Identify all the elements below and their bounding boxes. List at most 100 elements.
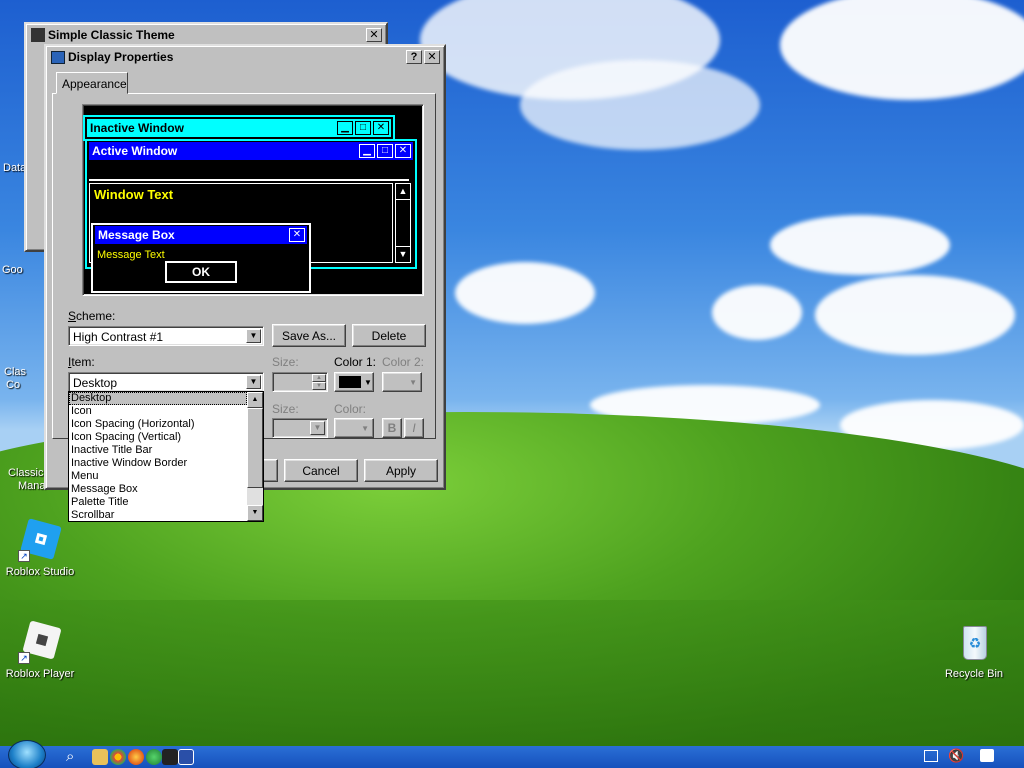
desktop-icon-label: Roblox Studio: [5, 566, 75, 578]
italic-button[interactable]: I: [404, 418, 424, 438]
desktop-icon-label-partial[interactable]: Data: [3, 162, 26, 174]
scroll-down-icon: ▼: [396, 246, 410, 262]
preview-inactive-title-bar[interactable]: Inactive Window ▁ □ ✕: [87, 119, 391, 137]
window-title: Simple Classic Theme: [48, 28, 175, 42]
color1-label: Color 1:: [334, 355, 377, 369]
desktop-icon-label-partial[interactable]: Mana: [18, 480, 46, 492]
color-swatch: [339, 376, 361, 388]
item-option[interactable]: Scrollbar: [69, 509, 247, 521]
chrome-icon[interactable]: [110, 749, 126, 765]
scrollbar-thumb[interactable]: [247, 408, 263, 488]
chevron-down-icon: ▼: [364, 377, 372, 387]
desktop-icon-label: Roblox Player: [5, 668, 75, 680]
desktop-icon-roblox-studio[interactable]: ↗ Roblox Studio: [0, 518, 80, 578]
minimize-icon: ▁: [359, 144, 375, 158]
preview-ok-button[interactable]: OK: [165, 261, 237, 283]
tab-appearance[interactable]: Appearance: [56, 72, 128, 94]
preview-active-title-bar[interactable]: Active Window ▁ □ ✕: [89, 142, 413, 160]
spin-up-icon[interactable]: ▲: [312, 374, 326, 382]
item-option[interactable]: Icon Spacing (Horizontal): [69, 418, 247, 431]
font-size-label: Size:: [272, 402, 299, 416]
appearance-preview[interactable]: Inactive Window ▁ □ ✕ Active Window ▁ □ …: [82, 104, 424, 296]
desktop-icon-label: Recycle Bin: [944, 668, 1004, 680]
title-bar[interactable]: Simple Classic Theme ✕: [28, 26, 384, 44]
app-icon[interactable]: [162, 749, 178, 765]
firefox-icon[interactable]: [128, 749, 144, 765]
item-option[interactable]: Message Box: [69, 483, 247, 496]
desktop-icon-label-partial[interactable]: Goo: [2, 264, 23, 276]
item-option[interactable]: Menu: [69, 470, 247, 483]
search-icon[interactable]: ⌕: [66, 748, 84, 766]
bold-button[interactable]: B: [382, 418, 402, 438]
minimize-icon: ▁: [337, 121, 353, 135]
help-button[interactable]: ?: [406, 50, 422, 64]
preview-message-box[interactable]: Message Box ✕ Message Text OK: [91, 223, 311, 293]
cloud: [815, 275, 1015, 355]
app-icon: [31, 28, 45, 42]
desktop-icon-label-partial[interactable]: Co: [6, 379, 20, 391]
network-icon[interactable]: [924, 750, 938, 762]
cloud: [712, 285, 802, 340]
display-properties-taskbar-icon[interactable]: [178, 749, 194, 765]
notification-icon[interactable]: [980, 749, 994, 762]
item-option[interactable]: Inactive Window Border: [69, 457, 247, 470]
color1-picker[interactable]: ▼: [334, 372, 374, 392]
edge-icon[interactable]: [146, 749, 162, 765]
preview-message-text: Message Text: [97, 249, 165, 261]
spin-down-icon[interactable]: ▼: [312, 382, 326, 390]
close-button[interactable]: ✕: [424, 50, 440, 64]
monitor-icon: [51, 50, 65, 64]
scheme-label: Scheme:: [68, 309, 116, 323]
maximize-icon: □: [377, 144, 393, 158]
taskbar: ⌕ 🔇: [0, 740, 1024, 768]
maximize-icon: □: [355, 121, 371, 135]
cancel-button[interactable]: Cancel: [284, 459, 358, 482]
start-orb[interactable]: [8, 740, 46, 768]
apply-button[interactable]: Apply: [364, 459, 438, 482]
cloud: [780, 0, 1024, 100]
item-dropdown-list[interactable]: Desktop Icon Icon Spacing (Horizontal) Icon…: [68, 391, 264, 522]
desktop-icon-recycle-bin[interactable]: ♻ Recycle Bin: [934, 620, 1014, 680]
preview-inactive-window[interactable]: Inactive Window ▁ □ ✕: [83, 115, 395, 141]
item-dropdown[interactable]: Desktop ▼: [68, 372, 264, 392]
close-button[interactable]: ✕: [366, 28, 382, 42]
item-option[interactable]: Desktop: [69, 392, 247, 405]
desktop-icon-roblox-player[interactable]: ↗ Roblox Player: [0, 620, 80, 680]
preview-inactive-title: Inactive Window: [90, 121, 184, 135]
item-option[interactable]: Palette Title: [69, 496, 247, 509]
dropdown-scrollbar[interactable]: ▲ ▼: [247, 392, 263, 521]
volume-muted-icon[interactable]: 🔇: [948, 748, 964, 764]
preview-active-title: Active Window: [92, 144, 178, 158]
preview-message-title-bar[interactable]: Message Box ✕: [95, 226, 307, 244]
item-option[interactable]: Icon Spacing (Vertical): [69, 431, 247, 444]
item-option[interactable]: Inactive Title Bar: [69, 444, 247, 457]
font-color-picker[interactable]: ▼: [334, 418, 374, 438]
save-as-button[interactable]: Save As...: [272, 324, 346, 347]
chevron-down-icon[interactable]: ▼: [246, 375, 261, 389]
title-bar[interactable]: Display Properties ? ✕: [48, 48, 442, 66]
file-explorer-icon[interactable]: [92, 749, 108, 765]
chevron-down-icon[interactable]: ▼: [310, 421, 325, 435]
chevron-down-icon[interactable]: ▼: [246, 329, 261, 343]
scroll-up-icon[interactable]: ▲: [247, 392, 263, 408]
roblox-player-icon: ↗: [18, 620, 62, 664]
color2-picker[interactable]: ▼: [382, 372, 422, 392]
desktop-icon-label-partial[interactable]: Classic: [8, 467, 43, 479]
font-size-dropdown[interactable]: ▼: [272, 418, 328, 438]
green-hill-foreground: [0, 600, 1024, 768]
close-icon: ✕: [395, 144, 411, 158]
size-label: Size:: [272, 355, 299, 369]
scheme-value: High Contrast #1: [73, 330, 164, 344]
color2-label: Color 2:: [382, 355, 425, 369]
recycle-bin-icon: ♻: [952, 620, 996, 664]
scroll-down-icon[interactable]: ▼: [247, 505, 263, 521]
desktop-icon-label-partial[interactable]: Clas: [4, 366, 26, 378]
size-spinner[interactable]: ▲ ▼: [272, 372, 328, 392]
cloud: [520, 60, 760, 150]
delete-button[interactable]: Delete: [352, 324, 426, 347]
scheme-dropdown[interactable]: High Contrast #1 ▼: [68, 326, 264, 346]
roblox-studio-icon: ↗: [18, 518, 62, 562]
close-icon: ✕: [373, 121, 389, 135]
cloud: [770, 215, 950, 275]
item-option[interactable]: Icon: [69, 405, 247, 418]
